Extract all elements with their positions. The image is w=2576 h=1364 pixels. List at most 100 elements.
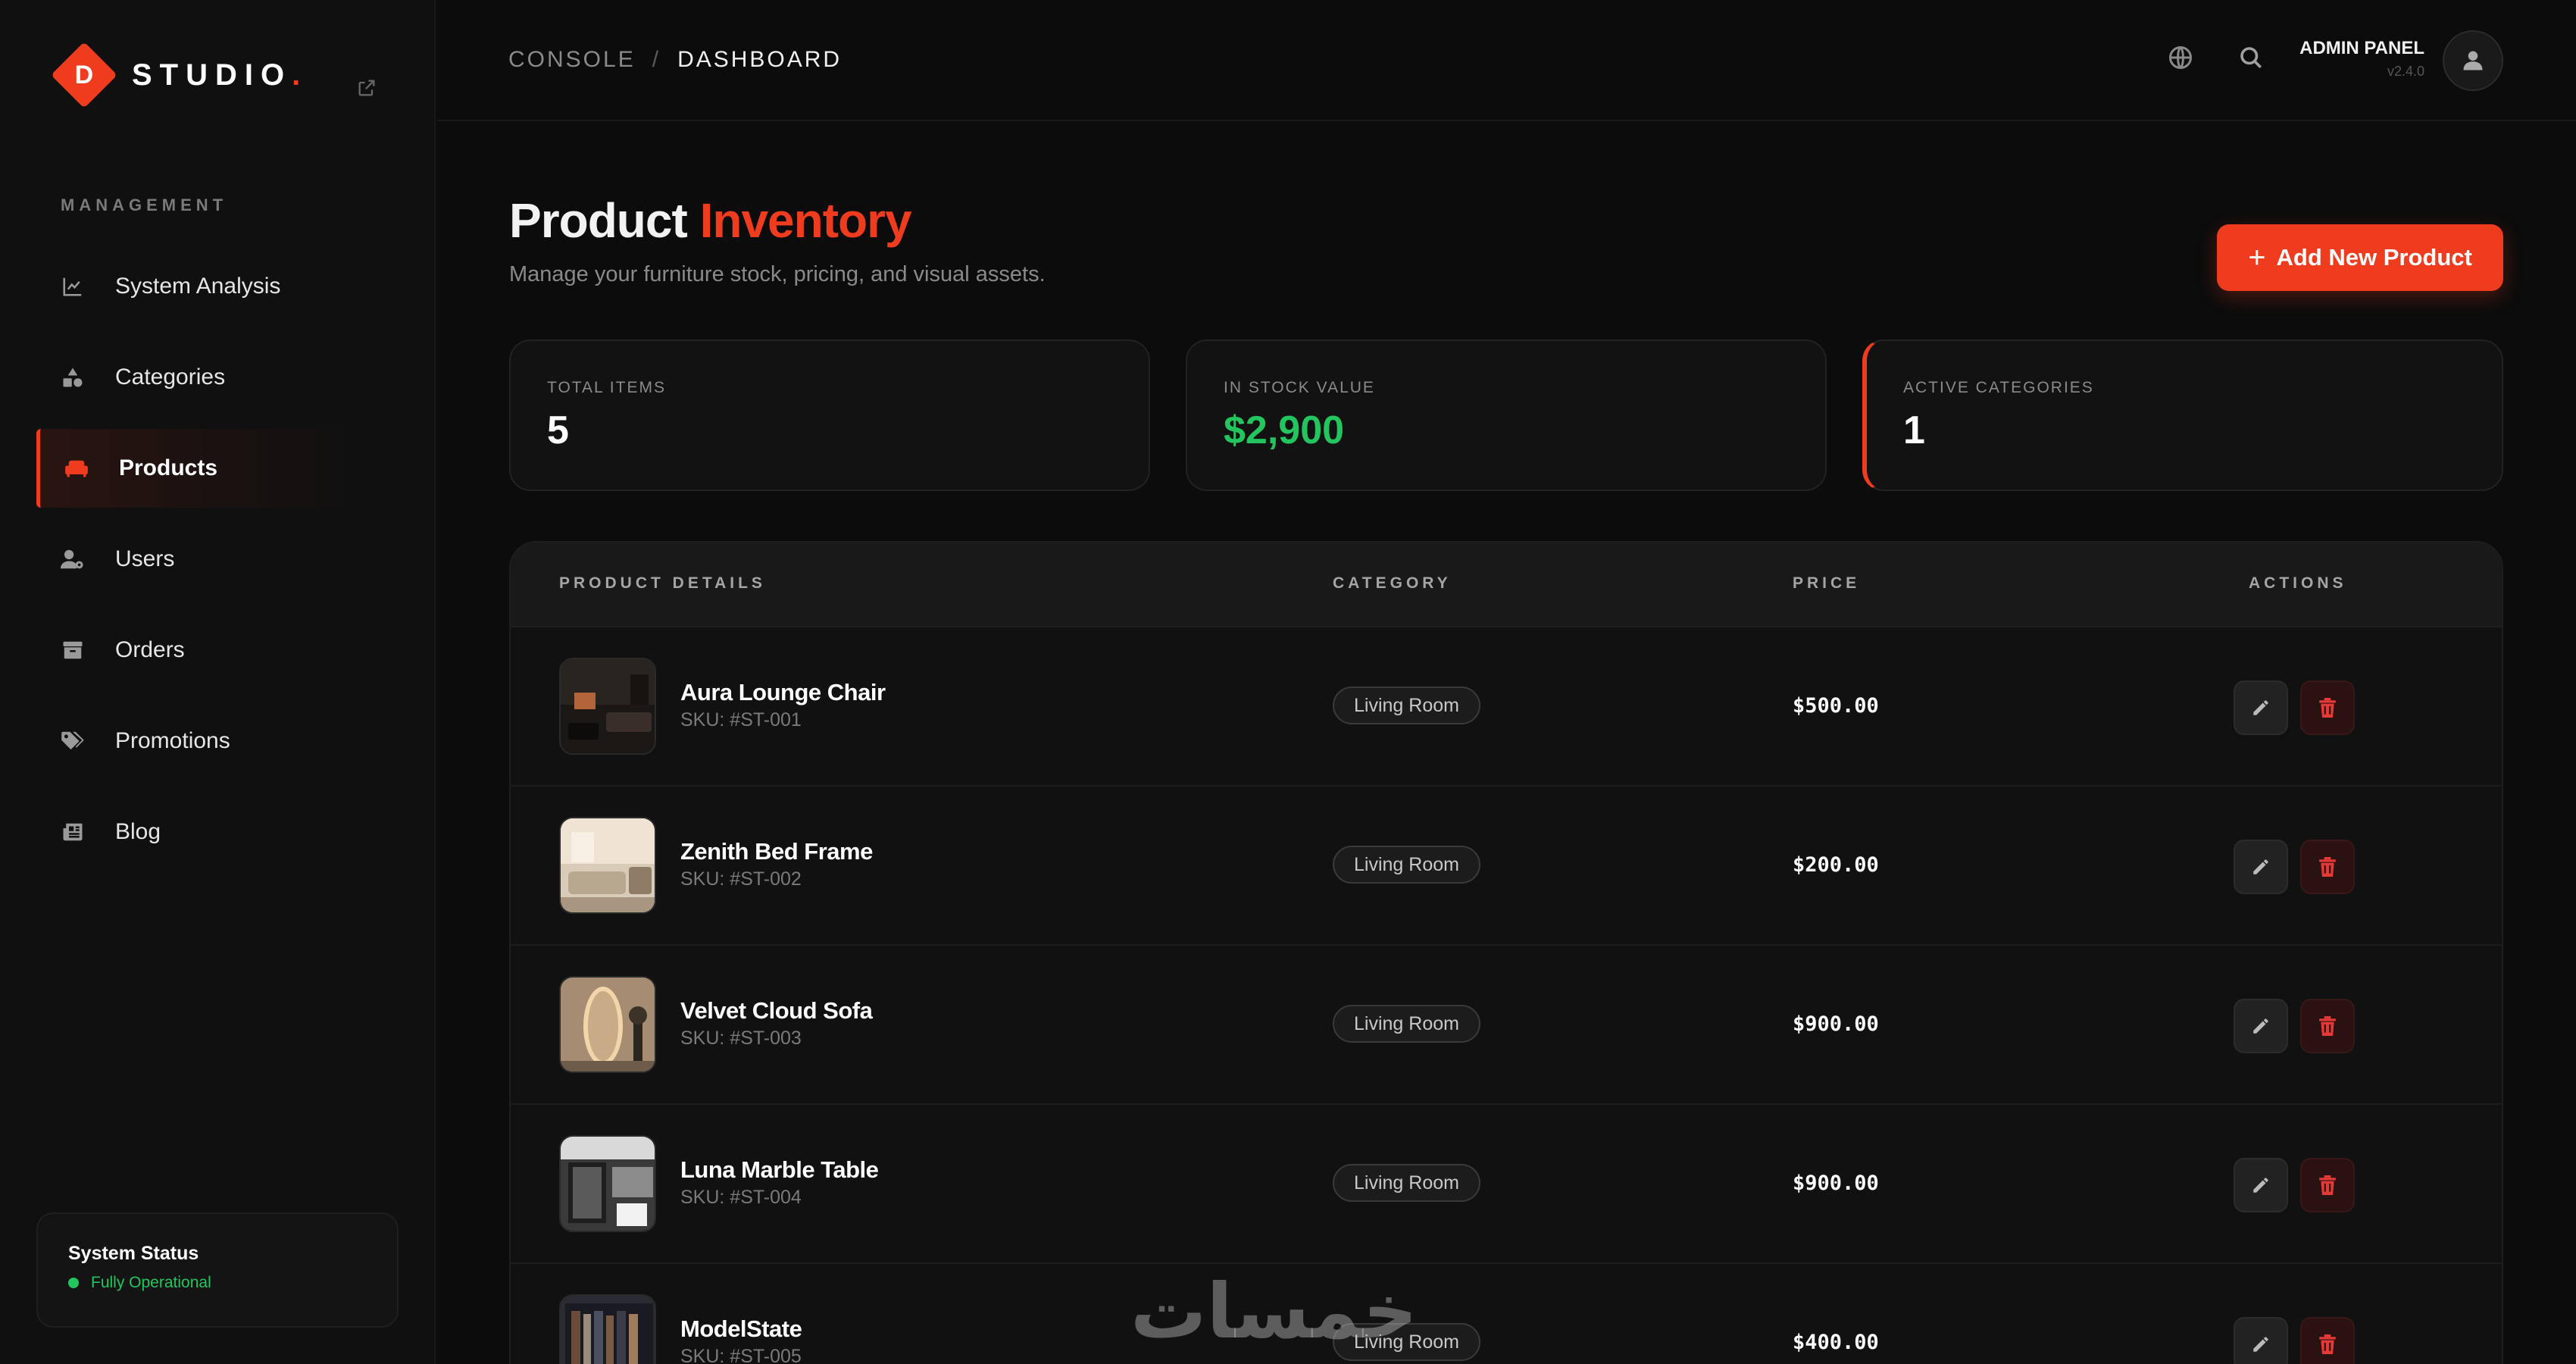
page-title-main: Product: [509, 193, 688, 248]
brand-name: STUDIO.: [132, 58, 308, 92]
trash-icon: [2319, 1016, 2336, 1036]
delete-button[interactable]: [2300, 840, 2355, 894]
sidebar-item-users[interactable]: Users: [36, 520, 364, 599]
add-button-label: Add New Product: [2276, 244, 2472, 271]
chart-line-icon: [61, 274, 85, 299]
page-title: Product Inventory: [509, 192, 912, 249]
system-status-card: System Status Fully Operational: [36, 1212, 399, 1328]
sidebar-item-label: Promotions: [115, 728, 230, 753]
page-title-accent: Inventory: [699, 193, 912, 248]
edit-button[interactable]: [2234, 999, 2288, 1053]
column-header-category: CATEGORY: [1333, 574, 1452, 592]
sidebar-item-label: Categories: [115, 364, 226, 389]
column-header-price: PRICE: [1793, 574, 1861, 592]
admin-name: ADMIN PANEL: [2299, 38, 2424, 58]
brand-logo[interactable]: D STUDIO.: [50, 42, 308, 108]
delete-button[interactable]: [2300, 680, 2355, 735]
pencil-icon: [2253, 700, 2268, 715]
search-icon[interactable]: [2237, 44, 2265, 71]
product-sku: SKU: #ST-004: [680, 1187, 802, 1208]
sidebar-nav: System Analysis Categories Products User…: [36, 247, 364, 884]
shapes-icon: [61, 365, 85, 389]
product-thumbnail: [559, 1135, 656, 1232]
delete-button[interactable]: [2300, 999, 2355, 1053]
product-price: $900.00: [1793, 1172, 1879, 1195]
pencil-icon: [2253, 1337, 2268, 1352]
product-price: $400.00: [1793, 1331, 1879, 1354]
column-header-product-details: PRODUCT DETAILS: [559, 574, 766, 592]
breadcrumb-dashboard: DASHBOARD: [677, 47, 843, 72]
product-name[interactable]: Zenith Bed Frame: [680, 838, 873, 865]
sidebar-item-label: Products: [119, 455, 218, 480]
pencil-icon: [2253, 859, 2268, 874]
plus-icon: +: [2248, 241, 2266, 274]
status-title: System Status: [68, 1243, 199, 1264]
logo-mark: D: [51, 42, 117, 108]
stat-value: 1: [1903, 408, 1925, 452]
breadcrumb-separator: /: [652, 47, 661, 72]
breadcrumb-console[interactable]: CONSOLE: [508, 47, 636, 73]
sidebar-item-label: Orders: [115, 637, 185, 662]
status-text: Fully Operational: [91, 1274, 211, 1291]
watermark: خمسات: [1130, 1267, 1418, 1356]
topbar: CONSOLE / DASHBOARD ADMIN PANEL v2.4.0: [437, 0, 2576, 121]
product-thumbnail: [559, 976, 656, 1073]
sidebar-item-categories[interactable]: Categories: [36, 338, 364, 417]
stat-card-in-stock-value: IN STOCK VALUE $2,900: [1186, 339, 1827, 491]
pencil-icon: [2253, 1018, 2268, 1034]
stat-card-active-categories: ACTIVE CATEGORIES 1: [1862, 339, 2503, 491]
stat-card-total-items: TOTAL ITEMS 5: [509, 339, 1150, 491]
edit-button[interactable]: [2234, 840, 2288, 894]
product-price: $500.00: [1793, 694, 1879, 718]
edit-button[interactable]: [2234, 1158, 2288, 1212]
add-new-product-button[interactable]: + Add New Product: [2217, 224, 2503, 291]
product-price: $200.00: [1793, 853, 1879, 877]
category-badge: Living Room: [1333, 687, 1480, 724]
product-name[interactable]: Luna Marble Table: [680, 1156, 879, 1184]
trash-icon: [2319, 698, 2336, 718]
product-name[interactable]: Aura Lounge Chair: [680, 679, 886, 706]
sidebar-item-promotions[interactable]: Promotions: [36, 702, 364, 781]
sidebar-item-products[interactable]: Products: [36, 429, 364, 508]
sidebar-item-label: Users: [115, 546, 175, 571]
table-row: Aura Lounge Chair SKU: #ST-001 Living Ro…: [511, 627, 2502, 787]
section-label-management: MANAGEMENT: [61, 196, 228, 214]
table-row: Velvet Cloud Sofa SKU: #ST-003 Living Ro…: [511, 946, 2502, 1105]
category-badge: Living Room: [1333, 846, 1480, 884]
stat-label: TOTAL ITEMS: [547, 379, 666, 396]
column-header-actions: ACTIONS: [2249, 574, 2347, 592]
trash-icon: [2319, 857, 2336, 877]
trash-icon: [2319, 1175, 2336, 1195]
globe-icon[interactable]: [2167, 44, 2194, 71]
sidebar-item-blog[interactable]: Blog: [36, 793, 364, 871]
pencil-icon: [2253, 1178, 2268, 1193]
product-name[interactable]: ModelState: [680, 1316, 802, 1343]
product-sku: SKU: #ST-002: [680, 868, 802, 890]
external-link-icon[interactable]: [356, 77, 377, 99]
delete-button[interactable]: [2300, 1317, 2355, 1364]
newspaper-icon: [61, 820, 85, 844]
edit-button[interactable]: [2234, 680, 2288, 735]
avatar[interactable]: [2443, 30, 2503, 91]
breadcrumb: CONSOLE / DASHBOARD: [508, 47, 842, 73]
sidebar-item-orders[interactable]: Orders: [36, 611, 364, 690]
product-thumbnail: [559, 1294, 656, 1364]
sidebar-item-label: System Analysis: [115, 274, 281, 299]
product-sku: SKU: #ST-001: [680, 709, 802, 730]
brand-text: STUDIO: [132, 58, 292, 92]
table-header: PRODUCT DETAILS CATEGORY PRICE ACTIONS: [511, 543, 2502, 627]
page-subtitle: Manage your furniture stock, pricing, an…: [509, 262, 1046, 286]
brand-dot: .: [292, 58, 308, 92]
stat-label: ACTIVE CATEGORIES: [1903, 379, 2094, 396]
product-sku: SKU: #ST-003: [680, 1028, 802, 1049]
table-row: Zenith Bed Frame SKU: #ST-002 Living Roo…: [511, 787, 2502, 946]
trash-icon: [2319, 1334, 2336, 1354]
delete-button[interactable]: [2300, 1158, 2355, 1212]
product-name[interactable]: Velvet Cloud Sofa: [680, 997, 873, 1025]
admin-version: v2.4.0: [2387, 64, 2424, 79]
product-price: $900.00: [1793, 1012, 1879, 1036]
stat-value: 5: [547, 408, 569, 452]
sidebar-item-system-analysis[interactable]: System Analysis: [36, 247, 364, 326]
edit-button[interactable]: [2234, 1317, 2288, 1364]
stat-value: $2,900: [1224, 408, 1345, 452]
